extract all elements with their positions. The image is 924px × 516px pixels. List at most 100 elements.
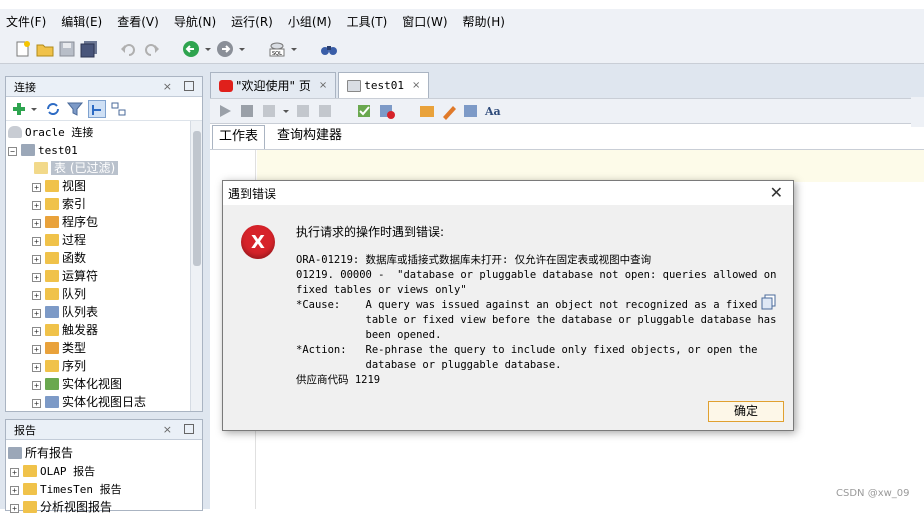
format-case-icon[interactable]: Aa bbox=[484, 102, 502, 120]
tree-item-materialized-views[interactable]: + 实体化视图 bbox=[6, 375, 202, 393]
tab-welcome-page[interactable]: "欢迎使用" 页 × bbox=[210, 72, 337, 98]
current-line-highlight bbox=[257, 150, 924, 182]
side-toolbar-icon[interactable] bbox=[911, 97, 924, 127]
menu-team[interactable]: 小组(M) bbox=[288, 13, 332, 30]
reports-panel: 报告 × 所有报告 + OLAP 报告 + TimesTen 报告 + 分析视图报告 bbox=[5, 419, 203, 514]
tree-item-views[interactable]: + 视图 bbox=[6, 177, 202, 195]
left-dock: 连接 × Oracle 连接 − test01 表 (已过滤) + 视图 + 索引 +… bbox=[0, 64, 210, 514]
sql-tuning-icon[interactable] bbox=[418, 102, 436, 120]
chevron-down-icon[interactable] bbox=[290, 40, 298, 58]
run-statement-icon[interactable] bbox=[216, 102, 234, 120]
tree-item-packages[interactable]: + 程序包 bbox=[6, 213, 202, 231]
tab-test01[interactable]: test01 × bbox=[338, 72, 430, 98]
save-icon[interactable] bbox=[58, 40, 76, 58]
expand-icon[interactable]: + bbox=[32, 309, 41, 318]
menu-run[interactable]: 运行(R) bbox=[231, 13, 273, 30]
menu-tools[interactable]: 工具(T) bbox=[347, 13, 388, 30]
folder-icon bbox=[45, 378, 59, 390]
clear-icon[interactable] bbox=[440, 102, 458, 120]
tree-item-queues[interactable]: + 队列 bbox=[6, 285, 202, 303]
expand-icon[interactable]: + bbox=[32, 219, 41, 228]
tree-item-indexes[interactable]: + 索引 bbox=[6, 195, 202, 213]
ok-button[interactable]: 确定 bbox=[708, 401, 784, 422]
expand-icon[interactable]: + bbox=[32, 345, 41, 354]
redo-icon[interactable] bbox=[142, 40, 160, 58]
refresh-icon[interactable] bbox=[44, 100, 62, 118]
tree-connection-test01[interactable]: − test01 bbox=[6, 141, 202, 159]
folder-icon bbox=[23, 501, 37, 513]
scrollbar-thumb[interactable] bbox=[193, 131, 201, 266]
menu-navigate[interactable]: 导航(N) bbox=[174, 13, 216, 30]
menu-edit[interactable]: 编辑(E) bbox=[61, 13, 102, 30]
expand-icon[interactable]: + bbox=[10, 468, 19, 477]
tree-item-timesten-reports[interactable]: + TimesTen 报告 bbox=[6, 480, 202, 498]
close-icon[interactable]: × bbox=[163, 80, 172, 93]
autotrace-icon[interactable] bbox=[356, 102, 374, 120]
menu-window[interactable]: 窗口(W) bbox=[402, 13, 447, 30]
undo-icon[interactable] bbox=[120, 40, 138, 58]
tree-item-functions[interactable]: + 函数 bbox=[6, 249, 202, 267]
minimize-icon[interactable] bbox=[184, 81, 194, 91]
sql-history-icon[interactable] bbox=[462, 102, 480, 120]
expand-icon[interactable]: + bbox=[32, 273, 41, 282]
connection-icon bbox=[21, 144, 35, 156]
close-icon[interactable]: × bbox=[163, 423, 172, 436]
tree-root-all-reports[interactable]: 所有报告 bbox=[6, 444, 202, 462]
rollback-icon[interactable] bbox=[316, 102, 334, 120]
folder-icon bbox=[45, 234, 59, 246]
explain-plan-icon[interactable] bbox=[378, 102, 396, 120]
menu-view[interactable]: 查看(V) bbox=[117, 13, 159, 30]
connections-scrollbar[interactable] bbox=[190, 121, 202, 411]
expand-icon[interactable]: + bbox=[10, 486, 19, 495]
stop-icon[interactable] bbox=[238, 102, 256, 120]
close-icon[interactable]: ✕ bbox=[770, 183, 783, 202]
tree-item-sequences[interactable]: + 序列 bbox=[6, 357, 202, 375]
tree-root-oracle-connections[interactable]: Oracle 连接 bbox=[6, 123, 202, 141]
menu-file[interactable]: 文件(F) bbox=[6, 13, 46, 30]
close-icon[interactable]: × bbox=[412, 80, 420, 91]
tree-item-triggers[interactable]: + 触发器 bbox=[6, 321, 202, 339]
minimize-icon[interactable] bbox=[184, 424, 194, 434]
expand-icon[interactable]: + bbox=[32, 255, 41, 264]
expand-icon[interactable]: + bbox=[32, 399, 41, 408]
close-icon[interactable]: × bbox=[319, 80, 327, 91]
expand-icon[interactable]: + bbox=[32, 363, 41, 372]
sql-worksheet-icon[interactable]: SQL bbox=[268, 40, 286, 58]
tree-item-operators[interactable]: + 运算符 bbox=[6, 267, 202, 285]
tree-item-procedures[interactable]: + 过程 bbox=[6, 231, 202, 249]
copy-icon[interactable] bbox=[761, 294, 777, 310]
expand-icon[interactable]: + bbox=[32, 201, 41, 210]
expand-icon[interactable]: + bbox=[32, 183, 41, 192]
menu-help[interactable]: 帮助(H) bbox=[463, 13, 505, 30]
collapse-icon[interactable]: − bbox=[8, 147, 17, 156]
tree-item-olap-reports[interactable]: + OLAP 报告 bbox=[6, 462, 202, 480]
commit-icon[interactable] bbox=[294, 102, 312, 120]
expand-icon[interactable]: + bbox=[32, 327, 41, 336]
tree-item-materialized-view-logs[interactable]: + 实体化视图日志 bbox=[6, 393, 202, 411]
save-all-icon[interactable] bbox=[80, 40, 98, 58]
expand-icon[interactable]: + bbox=[32, 291, 41, 300]
binoculars-icon[interactable] bbox=[320, 40, 338, 58]
back-icon[interactable] bbox=[182, 40, 200, 58]
chevron-down-icon[interactable] bbox=[30, 100, 40, 118]
tree-item-queue-tables[interactable]: + 队列表 bbox=[6, 303, 202, 321]
tree-item-tables-filtered[interactable]: 表 (已过滤) bbox=[6, 159, 202, 177]
forward-icon[interactable] bbox=[216, 40, 234, 58]
tree-item-analytic-view-reports[interactable]: + 分析视图报告 bbox=[6, 498, 202, 516]
dialog-titlebar: 遇到错误 ✕ bbox=[223, 181, 793, 205]
expand-icon[interactable]: + bbox=[32, 381, 41, 390]
new-file-icon[interactable] bbox=[14, 40, 32, 58]
tab-worksheet[interactable]: 工作表 bbox=[212, 125, 266, 149]
filter-icon[interactable] bbox=[66, 100, 84, 118]
tree-view-icon[interactable] bbox=[110, 100, 128, 118]
chevron-down-icon[interactable] bbox=[204, 40, 212, 58]
chevron-down-icon[interactable] bbox=[238, 40, 246, 58]
schema-browser-icon[interactable] bbox=[88, 99, 106, 118]
tree-item-types[interactable]: + 类型 bbox=[6, 339, 202, 357]
expand-icon[interactable]: + bbox=[32, 237, 41, 246]
tab-query-builder[interactable]: 查询构建器 bbox=[271, 125, 349, 149]
run-script-icon[interactable] bbox=[260, 102, 278, 120]
open-folder-icon[interactable] bbox=[36, 40, 54, 58]
chevron-down-icon[interactable] bbox=[282, 102, 290, 120]
add-connection-icon[interactable] bbox=[12, 100, 26, 118]
